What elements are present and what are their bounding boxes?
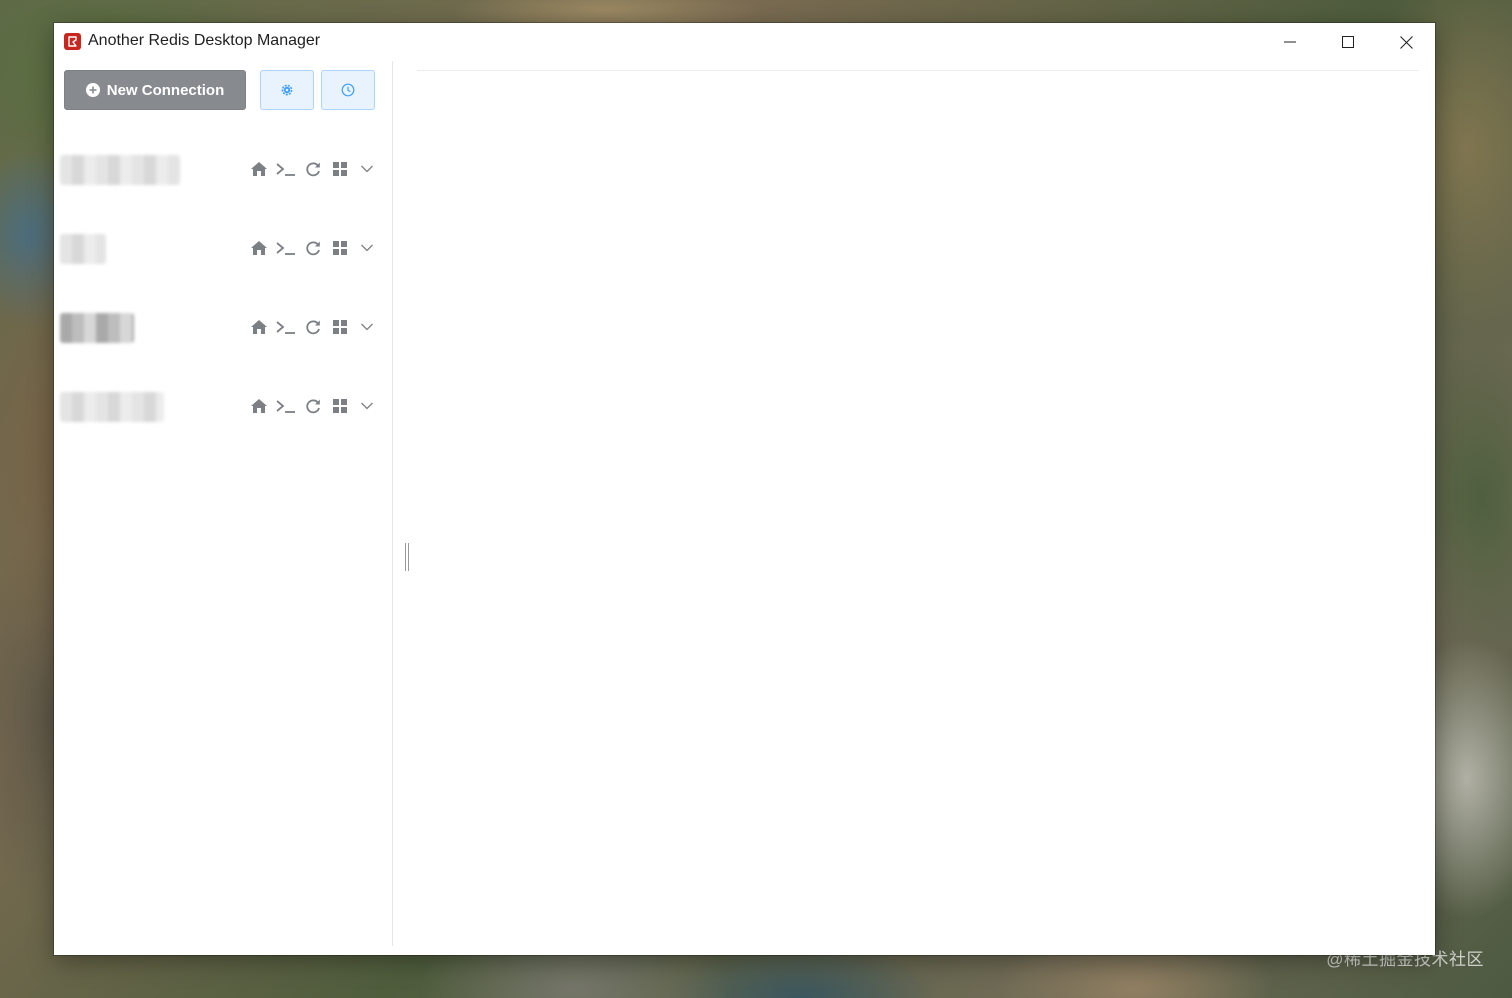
connection-name[interactable] [60,155,180,185]
connection-item[interactable] [54,133,392,212]
home-button[interactable] [248,237,270,259]
grid-button[interactable] [329,395,351,417]
home-button[interactable] [248,316,270,338]
chevron-down-icon [361,323,373,331]
minimize-button[interactable] [1261,23,1319,61]
minimize-icon [1284,41,1296,43]
terminal-button[interactable] [275,237,297,259]
expand-button[interactable] [356,237,378,259]
window-title: Another Redis Desktop Manager [88,32,321,49]
terminal-button[interactable] [275,158,297,180]
expand-button[interactable] [356,316,378,338]
grid-icon [333,241,347,255]
grid-button[interactable] [329,158,351,180]
connection-name[interactable] [60,392,164,422]
clock-icon [341,83,355,97]
connection-actions [248,158,378,180]
connection-actions [248,237,378,259]
grid-icon [333,162,347,176]
gear-icon [281,84,293,96]
refresh-button[interactable] [302,316,324,338]
settings-button[interactable] [260,70,314,110]
expand-button[interactable] [356,158,378,180]
refresh-button[interactable] [302,395,324,417]
new-connection-label: New Connection [106,81,225,99]
sidebar: New Connection [54,61,393,946]
new-connection-button[interactable]: New Connection [64,70,246,110]
history-button[interactable] [321,70,375,110]
home-icon [251,162,267,176]
terminal-icon [276,321,295,334]
connection-actions [248,395,378,417]
connection-actions [248,316,378,338]
home-icon [251,241,267,255]
grid-button[interactable] [329,316,351,338]
terminal-button[interactable] [275,316,297,338]
close-button[interactable] [1377,23,1435,61]
connection-list [54,133,392,449]
chevron-down-icon [361,244,373,252]
terminal-icon [276,242,295,255]
refresh-icon [306,320,320,335]
home-icon [251,399,267,413]
maximize-button[interactable] [1319,23,1377,61]
redis-app-icon [64,33,81,50]
maximize-icon [1342,36,1354,48]
connection-name[interactable] [60,313,134,343]
grid-icon [333,399,347,413]
main-tab-bar-divider [417,70,1419,71]
app-window: Another Redis Desktop Manager New Connec… [54,23,1435,955]
expand-button[interactable] [356,395,378,417]
connection-item[interactable] [54,291,392,370]
terminal-button[interactable] [275,395,297,417]
refresh-button[interactable] [302,237,324,259]
chevron-down-icon [361,402,373,410]
terminal-icon [276,400,295,413]
close-icon [1399,35,1413,49]
home-button[interactable] [248,395,270,417]
home-icon [251,320,267,334]
window-controls [1261,23,1435,61]
title-bar[interactable]: Another Redis Desktop Manager [54,23,1435,61]
refresh-icon [306,399,320,414]
connection-item[interactable] [54,212,392,291]
connection-item[interactable] [54,370,392,449]
home-button[interactable] [248,158,270,180]
sidebar-resize-handle[interactable] [404,543,410,571]
plus-circle-icon [85,83,100,97]
refresh-button[interactable] [302,158,324,180]
connection-name[interactable] [60,234,106,264]
terminal-icon [276,163,295,176]
main-panel [405,61,1419,946]
grid-icon [333,320,347,334]
chevron-down-icon [361,165,373,173]
refresh-icon [306,162,320,177]
grid-button[interactable] [329,237,351,259]
refresh-icon [306,241,320,256]
